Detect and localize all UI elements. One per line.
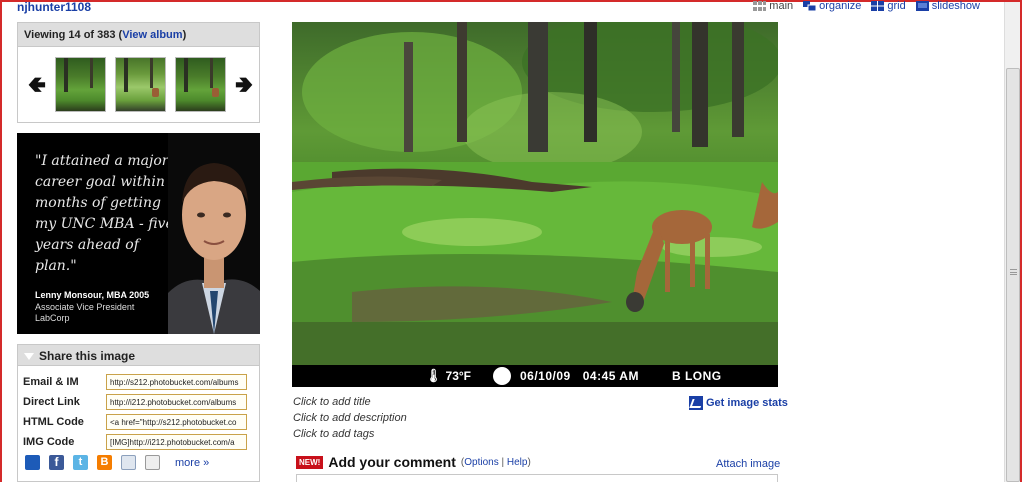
add-comment-header: NEW! Add your comment (Options | Help) <box>296 454 531 470</box>
share-img-code-field[interactable] <box>106 434 247 450</box>
share-social-icons: f t B more » <box>25 455 209 470</box>
share-email-field[interactable] <box>106 374 247 390</box>
main-icon <box>753 1 767 11</box>
comment-textarea[interactable] <box>296 474 778 482</box>
album-navigator: Viewing 14 of 383 (View album) 🢀 🢂 <box>17 22 260 123</box>
ad-quote: "I attained a major career goal within m… <box>35 153 174 274</box>
share-row-direct: Direct Link <box>23 394 247 410</box>
add-title-link[interactable]: Click to add title <box>293 396 371 408</box>
share-panel-title: Share this image <box>39 349 136 363</box>
get-image-stats-link[interactable]: Get image stats <box>689 396 788 410</box>
main-photo[interactable]: 🌡 73°F 06/10/09 04:45 AM B LONG <box>292 22 778 387</box>
thumbnail-deer <box>152 88 160 97</box>
stats-chart-icon <box>689 396 703 410</box>
nav-grid[interactable]: grid <box>871 0 906 12</box>
ad-person-name: Lenny Monsour, MBA 2005 <box>35 290 150 300</box>
viewing-count: Viewing 14 of 383 ( <box>24 29 123 41</box>
moon-phase-icon <box>493 367 511 385</box>
page-scrollbar[interactable] <box>1004 2 1020 482</box>
right-arrow-icon[interactable]: 🢂 <box>235 73 253 95</box>
share-direct-link-field[interactable] <box>106 394 247 410</box>
share-label-img: IMG Code <box>23 436 75 448</box>
attach-icon[interactable] <box>121 455 136 470</box>
grid-icon <box>871 1 885 11</box>
share-row-html: HTML Code <box>23 414 247 430</box>
forest-scene <box>292 22 778 387</box>
thumbnail-14[interactable] <box>114 57 167 112</box>
comment-options-close-paren: ) <box>527 456 531 468</box>
comment-options-separator: | <box>498 456 507 468</box>
facebook-icon[interactable]: f <box>49 455 64 470</box>
left-arrow-icon[interactable]: 🢀 <box>28 73 46 95</box>
nav-grid-label: grid <box>887 0 906 12</box>
add-tags-link[interactable]: Click to add tags <box>293 428 374 440</box>
get-image-stats-label: Get image stats <box>706 397 788 409</box>
nav-main[interactable]: main <box>753 0 793 12</box>
attach-image-link[interactable]: Attach image <box>716 458 780 470</box>
ad-role-company: LabCorp <box>35 313 70 323</box>
album-navigator-header: Viewing 14 of 383 (View album) <box>18 23 259 47</box>
stamp-time: 04:45 AM <box>582 369 639 383</box>
slideshow-icon <box>915 1 929 11</box>
scrollbar-thumb[interactable] <box>1006 68 1020 482</box>
add-comment-title: Add your comment <box>328 454 456 470</box>
view-album-close-paren: ) <box>182 29 187 41</box>
thumbnail-13[interactable] <box>54 57 106 112</box>
share-label-email: Email & IM <box>23 376 79 388</box>
blogger-icon[interactable]: B <box>97 455 112 470</box>
stamp-date: 06/10/09 <box>520 369 571 383</box>
nav-slideshow-label: slideshow <box>931 0 980 12</box>
share-panel: Share this image Email & IM Direct Link … <box>17 344 260 482</box>
myspace-icon[interactable] <box>25 455 40 470</box>
nav-main-label: main <box>769 0 794 12</box>
thumbnail-15[interactable] <box>175 57 227 112</box>
new-badge: NEW! <box>296 455 324 469</box>
nav-organize[interactable]: organize <box>803 0 861 12</box>
thumbnail-strip: 🢀 🢂 <box>28 57 253 112</box>
username-link[interactable]: njhunter1108 <box>17 0 91 14</box>
organize-icon <box>803 1 817 12</box>
twitter-icon[interactable]: t <box>73 455 88 470</box>
share-row-img: IMG Code <box>23 434 247 450</box>
email-icon[interactable] <box>145 455 160 470</box>
scrollbar-grip-icon <box>1010 269 1017 275</box>
add-description-link[interactable]: Click to add description <box>293 412 407 424</box>
comment-options: (Options | Help) <box>461 457 531 468</box>
share-row-email: Email & IM <box>23 374 247 390</box>
share-panel-header[interactable]: Share this image <box>18 345 259 366</box>
thermometer-icon: 🌡 <box>425 368 442 383</box>
comment-help-link[interactable]: Help <box>507 457 528 468</box>
share-label-direct: Direct Link <box>23 396 80 408</box>
advertisement-banner[interactable]: "I attained a major career goal within m… <box>17 133 260 334</box>
share-label-html: HTML Code <box>23 416 84 428</box>
nav-organize-label: organize <box>819 0 862 12</box>
ad-role-title: Associate Vice President <box>35 302 135 312</box>
thumbnail-deer <box>212 88 220 97</box>
view-mode-nav: main organize grid slideshow <box>753 0 980 12</box>
share-html-code-field[interactable] <box>106 414 247 430</box>
comment-options-link[interactable]: Options <box>464 457 498 468</box>
collapse-triangle-icon <box>24 353 34 360</box>
stamp-camera-id: B LONG <box>671 369 722 383</box>
nav-slideshow[interactable]: slideshow <box>915 0 980 12</box>
stamp-temperature: 73°F <box>445 369 471 383</box>
ad-person-photo <box>168 133 260 334</box>
ad-person-role: Associate Vice President LabCorp <box>35 302 134 324</box>
view-album-link[interactable]: View album <box>122 29 182 41</box>
share-more-link[interactable]: more » <box>175 457 209 469</box>
trail-camera-stamp: 🌡 73°F 06/10/09 04:45 AM B LONG <box>292 365 778 387</box>
